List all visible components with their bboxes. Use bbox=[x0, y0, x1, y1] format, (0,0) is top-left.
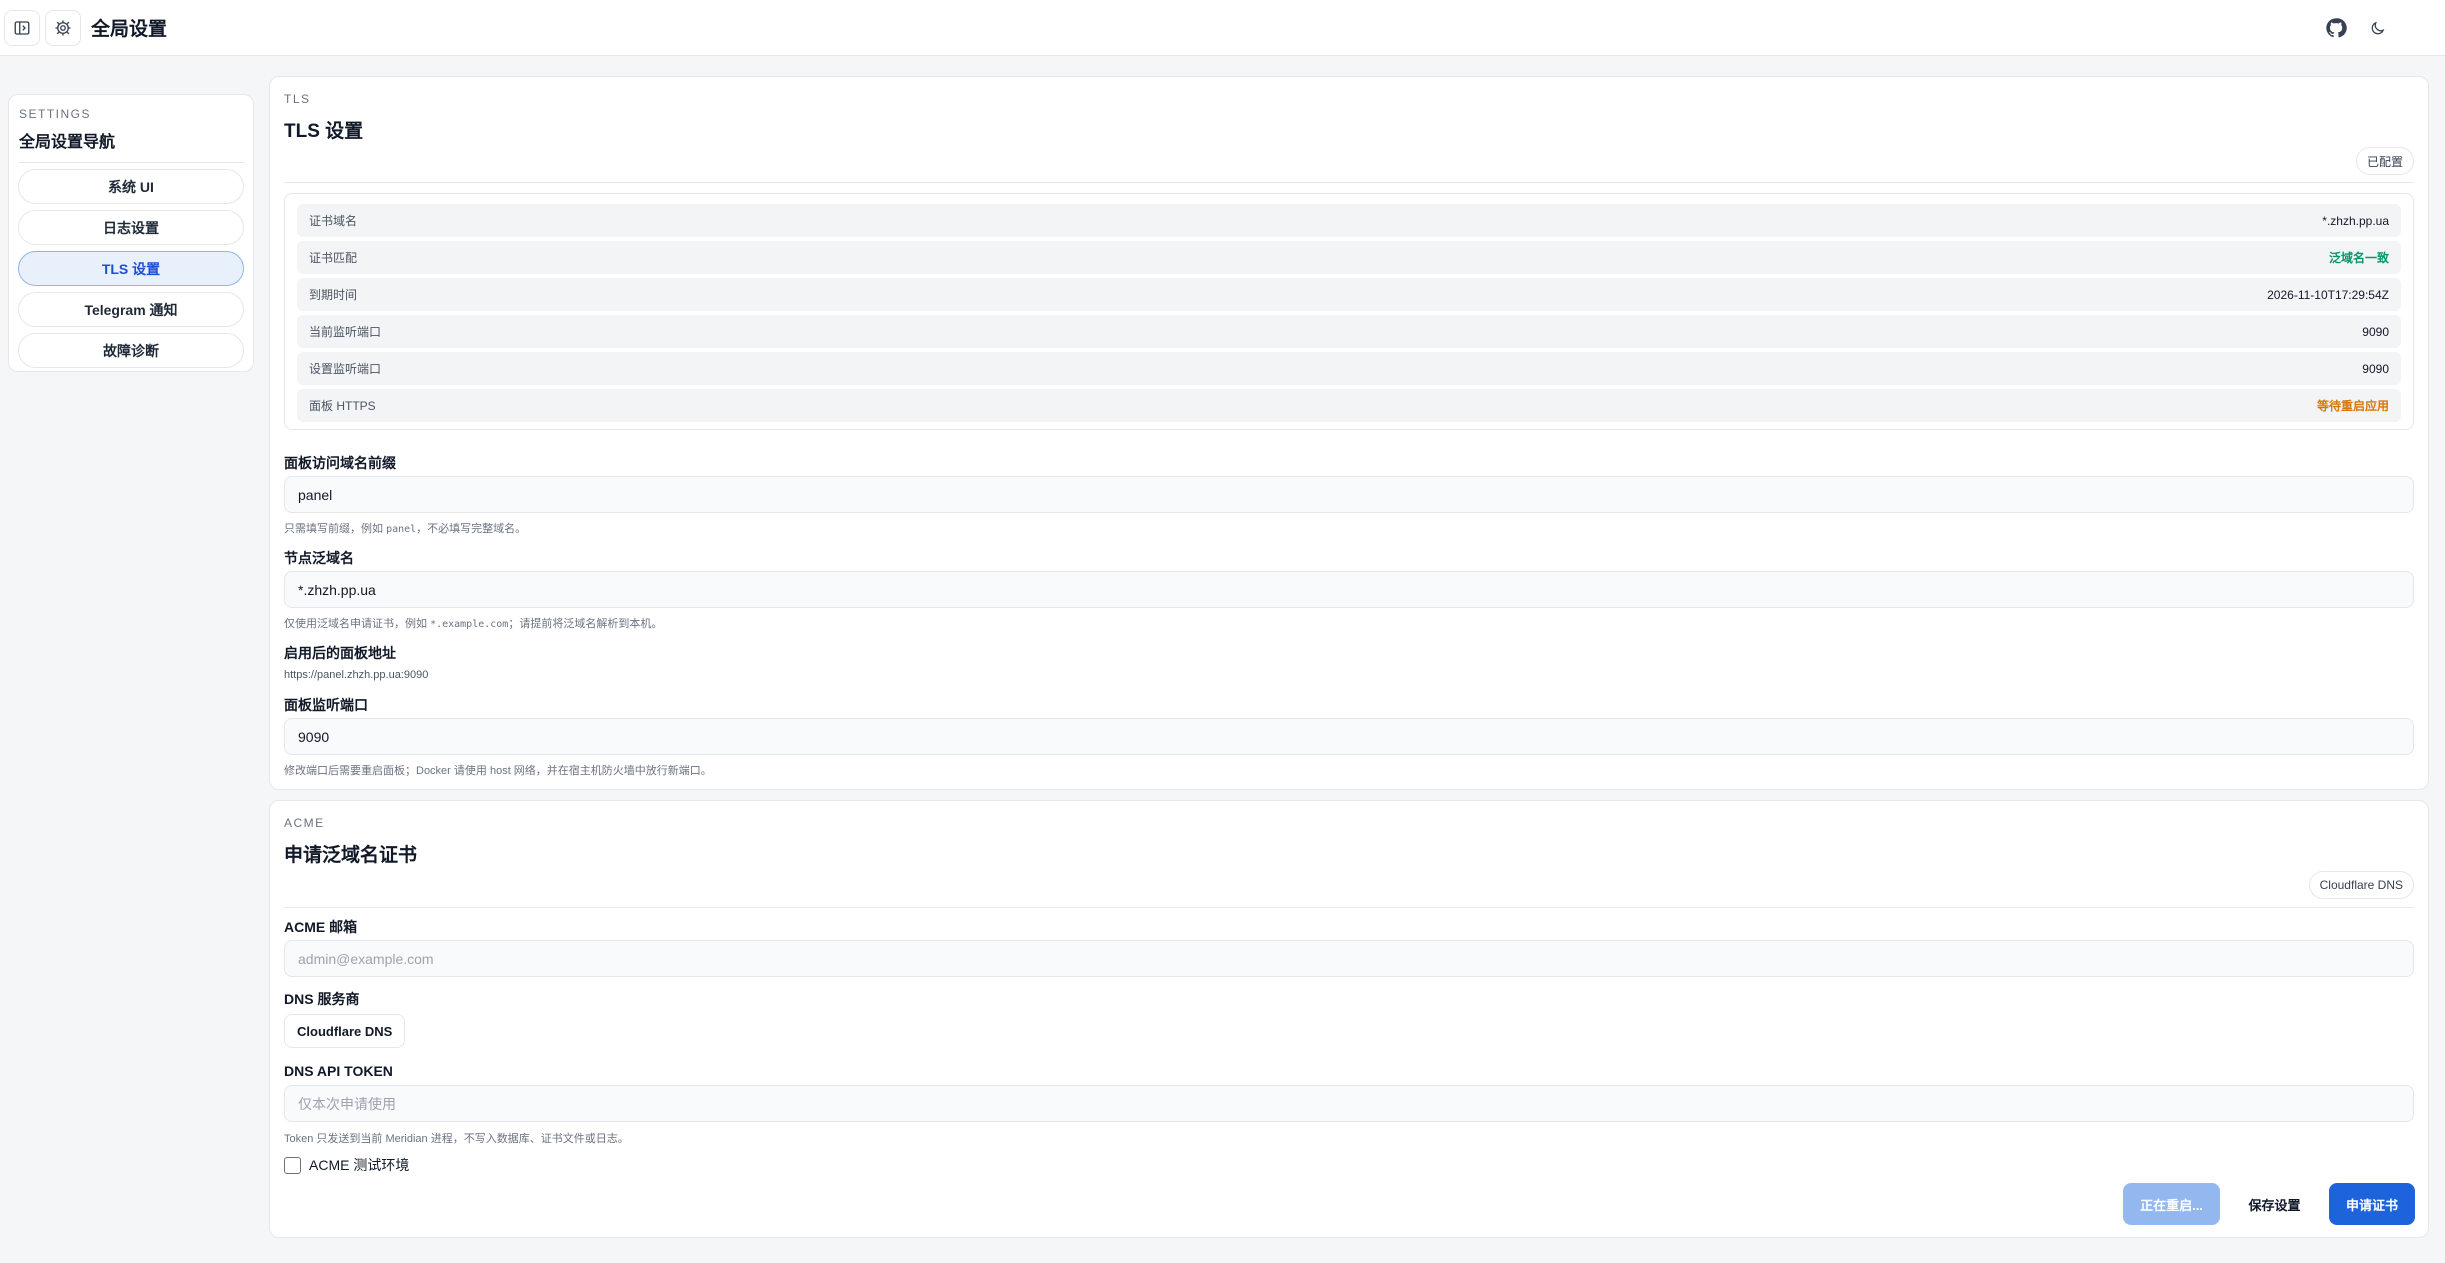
restarting-button[interactable]: 正在重启... bbox=[2123, 1183, 2220, 1225]
dns-provider-select[interactable]: Cloudflare DNS bbox=[284, 1014, 406, 1048]
prefix-label: 面板访问域名前缀 bbox=[284, 455, 396, 471]
info-row: 面板 HTTPS 等待重启应用 bbox=[297, 389, 2401, 422]
acme-email-input[interactable] bbox=[284, 940, 2414, 977]
tls-info-box: 证书域名 *.zhzh.pp.ua 证书匹配 泛域名一致 到期时间 2026-1… bbox=[284, 193, 2414, 430]
gear-icon bbox=[55, 20, 71, 36]
page-title: 全局设置 bbox=[91, 19, 168, 40]
sidebar-item-telegram[interactable]: Telegram 通知 bbox=[18, 292, 244, 327]
panel-url-value: https://panel.zhzh.pp.ua:9090 bbox=[284, 669, 429, 681]
moon-icon bbox=[2371, 21, 2384, 34]
apply-certificate-button[interactable]: 申请证书 bbox=[2329, 1183, 2415, 1225]
acme-staging-row[interactable]: ACME 测试环境 bbox=[284, 1155, 409, 1175]
sidebar-title: 全局设置导航 bbox=[19, 128, 244, 163]
tls-card: TLS TLS 设置 已配置 证书域名 *.zhzh.pp.ua 证书匹配 泛域… bbox=[269, 76, 2429, 790]
acme-staging-label: ACME 测试环境 bbox=[309, 1157, 410, 1173]
token-help: Token 只发送到当前 Meridian 进程，不写入数据库、证书文件或日志。 bbox=[284, 1133, 629, 1145]
sidebar-kicker: SETTINGS bbox=[19, 107, 92, 121]
port-help: 修改端口后需要重启面板；Docker 请使用 host 网络，并在宿主机防火墙中… bbox=[284, 765, 712, 777]
panel-toggle-icon bbox=[14, 21, 30, 35]
wildcard-domain-input[interactable] bbox=[284, 571, 2414, 608]
top-bar: 全局设置 bbox=[0, 0, 2445, 56]
dns-provider-badge: Cloudflare DNS bbox=[2308, 871, 2414, 899]
sidebar-item-system-ui[interactable]: 系统 UI bbox=[18, 169, 244, 204]
theme-toggle-button[interactable] bbox=[2361, 12, 2393, 44]
sidebar-toggle-button[interactable] bbox=[4, 10, 40, 46]
tls-title: TLS 设置 bbox=[284, 121, 364, 142]
prefix-help: 只需填写前缀，例如 panel，不必填写完整域名。 bbox=[284, 523, 527, 535]
sidebar-item-log[interactable]: 日志设置 bbox=[18, 210, 244, 245]
port-label: 面板监听端口 bbox=[284, 697, 368, 713]
sidebar-item-diagnostics[interactable]: 故障诊断 bbox=[18, 333, 244, 368]
panel-url-label: 启用后的面板地址 bbox=[284, 645, 396, 661]
prefix-input[interactable] bbox=[284, 476, 2414, 513]
acme-title: 申请泛域名证书 bbox=[284, 845, 418, 866]
github-icon bbox=[2326, 18, 2347, 38]
wildcard-help: 仅使用泛域名申请证书，例如 *.example.com；请提前将泛域名解析到本机… bbox=[284, 618, 663, 630]
save-settings-button[interactable]: 保存设置 bbox=[2232, 1183, 2317, 1225]
info-row: 证书匹配 泛域名一致 bbox=[297, 241, 2401, 274]
sidebar-item-tls[interactable]: TLS 设置 bbox=[18, 251, 244, 286]
info-row: 证书域名 *.zhzh.pp.ua bbox=[297, 204, 2401, 237]
dns-token-input[interactable] bbox=[284, 1085, 2414, 1122]
acme-staging-checkbox[interactable] bbox=[284, 1156, 301, 1174]
dns-provider-label: DNS 服务商 bbox=[284, 991, 360, 1007]
acme-card: ACME 申请泛域名证书 Cloudflare DNS ACME 邮箱 DNS … bbox=[269, 800, 2429, 1238]
status-badge: 已配置 bbox=[2355, 147, 2414, 175]
settings-button[interactable] bbox=[45, 10, 81, 46]
info-row: 当前监听端口 9090 bbox=[297, 315, 2401, 348]
port-input[interactable] bbox=[284, 718, 2414, 755]
dns-token-label: DNS API TOKEN bbox=[284, 1063, 393, 1079]
wildcard-label: 节点泛域名 bbox=[284, 550, 354, 566]
info-row: 到期时间 2026-11-10T17:29:54Z bbox=[297, 278, 2401, 311]
tls-kicker: TLS bbox=[284, 92, 311, 106]
github-link[interactable] bbox=[2320, 12, 2352, 44]
acme-kicker: ACME bbox=[284, 816, 325, 830]
settings-sidebar: SETTINGS 全局设置导航 系统 UI 日志设置 TLS 设置 Telegr… bbox=[8, 94, 254, 372]
info-row: 设置监听端口 9090 bbox=[297, 352, 2401, 385]
acme-email-label: ACME 邮箱 bbox=[284, 919, 358, 935]
